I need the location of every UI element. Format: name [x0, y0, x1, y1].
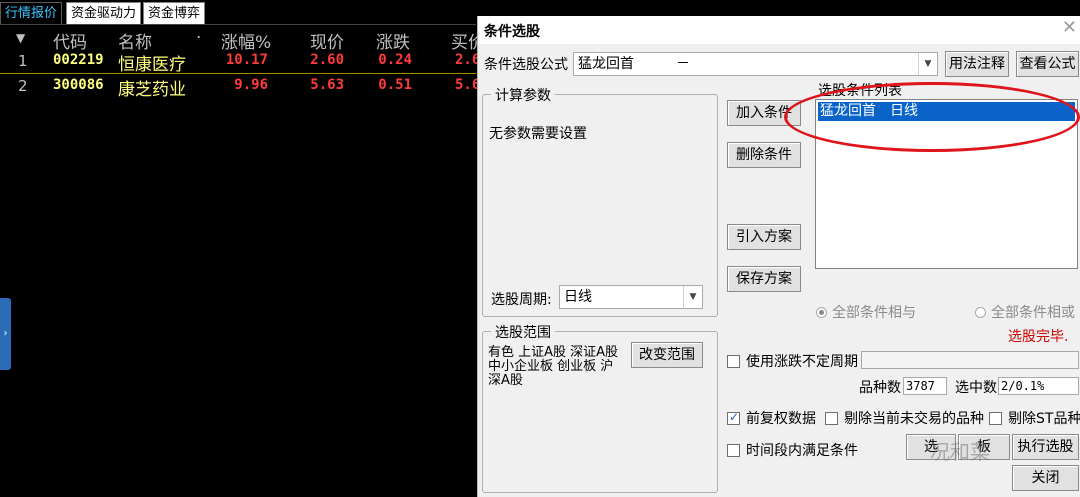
stock-name: 康芝药业	[118, 80, 186, 100]
prefix-adjust-label: 前复权数据	[746, 411, 816, 427]
radio-all-and[interactable]: 全部条件相与	[816, 302, 916, 322]
highlight-annotation	[784, 82, 1080, 152]
radio-all-or[interactable]: 全部条件相或	[975, 302, 1075, 322]
calc-params-group: 计算参数 无参数需要设置 选股周期: 日线 ▼	[482, 85, 718, 317]
uncertain-period-field[interactable]	[861, 351, 1079, 369]
checkbox-icon[interactable]	[727, 444, 740, 457]
status-text: 选股完毕.	[1008, 329, 1069, 345]
checkbox-icon[interactable]	[825, 412, 838, 425]
formula-select[interactable]: 猛龙回首 － ▼	[573, 52, 938, 76]
close-icon[interactable]: ✕	[1062, 17, 1077, 38]
exclude-st-label: 剔除ST品种	[1008, 411, 1080, 427]
change: 0.24	[378, 52, 412, 68]
exclude-untraded-label: 剔除当前未交易的品种	[844, 411, 984, 427]
formula-value: 猛龙回首 －	[578, 56, 690, 72]
checkbox-icon[interactable]	[727, 410, 740, 425]
period-value: 日线	[564, 289, 592, 305]
stock-code: 300086	[53, 77, 104, 93]
price: 5.63	[310, 77, 344, 93]
chevron-down-icon[interactable]: ▼	[918, 53, 937, 75]
uncertain-period-label: 使用涨跌不定周期	[746, 354, 858, 370]
checkbox-icon[interactable]	[989, 412, 1002, 425]
change-pct: 9.96	[234, 77, 268, 93]
formula-label: 条件选股公式	[484, 57, 568, 73]
quote-tab-bar: 行情报价 资金驱动力 资金博弈	[0, 0, 476, 25]
period-select[interactable]: 日线 ▼	[559, 285, 703, 309]
header-dot: ·	[196, 28, 202, 48]
radio-all-or-label: 全部条件相或	[991, 305, 1075, 321]
table-row[interactable]: 1 002219 恒康医疗 10.17 2.60 0.24 2.6	[0, 50, 481, 75]
table-header: ▼ 代码 名称 · 涨幅% 现价 涨跌 买价	[0, 28, 485, 53]
count-value: 3787	[903, 377, 947, 395]
import-plan-button[interactable]: 引入方案	[727, 224, 801, 250]
exclude-untraded-checkbox[interactable]: 剔除当前未交易的品种	[825, 408, 984, 428]
dialog-titlebar: 条件选股 ✕	[478, 16, 1080, 44]
tab-fund-game[interactable]: 资金博弈	[143, 2, 206, 24]
prefix-adjust-checkbox[interactable]: 前复权数据	[727, 408, 816, 428]
bid-price: 5.6	[455, 77, 481, 93]
checkbox-icon[interactable]	[727, 355, 740, 368]
uncertain-period-checkbox[interactable]: 使用涨跌不定周期	[727, 351, 858, 371]
stock-name: 恒康医疗	[118, 55, 186, 75]
delete-condition-button[interactable]: 删除条件	[727, 142, 801, 168]
count-label: 品种数	[859, 380, 901, 396]
table-row[interactable]: 2 300086 康芝药业 9.96 5.63 0.51 5.6	[0, 75, 481, 100]
usage-notes-button[interactable]: 用法注释	[945, 51, 1009, 77]
price: 2.60	[310, 52, 344, 68]
period-label: 选股周期:	[491, 292, 552, 308]
dialog-title: 条件选股	[484, 24, 540, 40]
radio-dot-icon[interactable]	[975, 307, 986, 318]
bid-price: 2.6	[455, 52, 481, 68]
time-period-checkbox[interactable]: 时间段内满足条件	[727, 440, 858, 460]
chevron-down-icon[interactable]: ▼	[683, 286, 702, 308]
side-panel-toggle-icon[interactable]: ›	[0, 298, 11, 370]
tab-fund-drive[interactable]: 资金驱动力	[66, 2, 142, 24]
execute-button[interactable]: 执行选股	[1012, 434, 1079, 460]
watermark: 况和菜	[930, 440, 990, 464]
change-range-button[interactable]: 改变范围	[631, 342, 703, 368]
change-pct: 10.17	[225, 52, 268, 68]
time-period-label: 时间段内满足条件	[746, 443, 858, 459]
selected-label: 选中数	[955, 380, 997, 396]
exclude-st-checkbox[interactable]: 剔除ST品种	[989, 408, 1080, 428]
range-group: 选股范围 有色 上证A股 深证A股 中小企业板 创业板 沪深A股 改变范围	[482, 322, 718, 493]
range-title: 选股范围	[491, 322, 555, 342]
view-formula-button[interactable]: 查看公式	[1016, 51, 1079, 77]
stock-code: 002219	[53, 52, 104, 68]
radio-dot-icon[interactable]	[816, 307, 827, 318]
close-button[interactable]: 关闭	[1012, 465, 1079, 491]
range-text: 有色 上证A股 深证A股 中小企业板 创业板 沪深A股	[488, 345, 619, 388]
save-plan-button[interactable]: 保存方案	[727, 266, 801, 292]
change: 0.51	[378, 77, 412, 93]
row-index: 2	[18, 77, 28, 95]
tab-quotes[interactable]: 行情报价	[0, 2, 63, 24]
no-params-text: 无参数需要设置	[489, 126, 587, 142]
sort-icon[interactable]: ▼	[16, 31, 25, 45]
calc-params-title: 计算参数	[491, 85, 555, 105]
row-index: 1	[18, 52, 28, 70]
selected-value: 2/0.1%	[998, 377, 1079, 395]
radio-all-and-label: 全部条件相与	[832, 305, 916, 321]
